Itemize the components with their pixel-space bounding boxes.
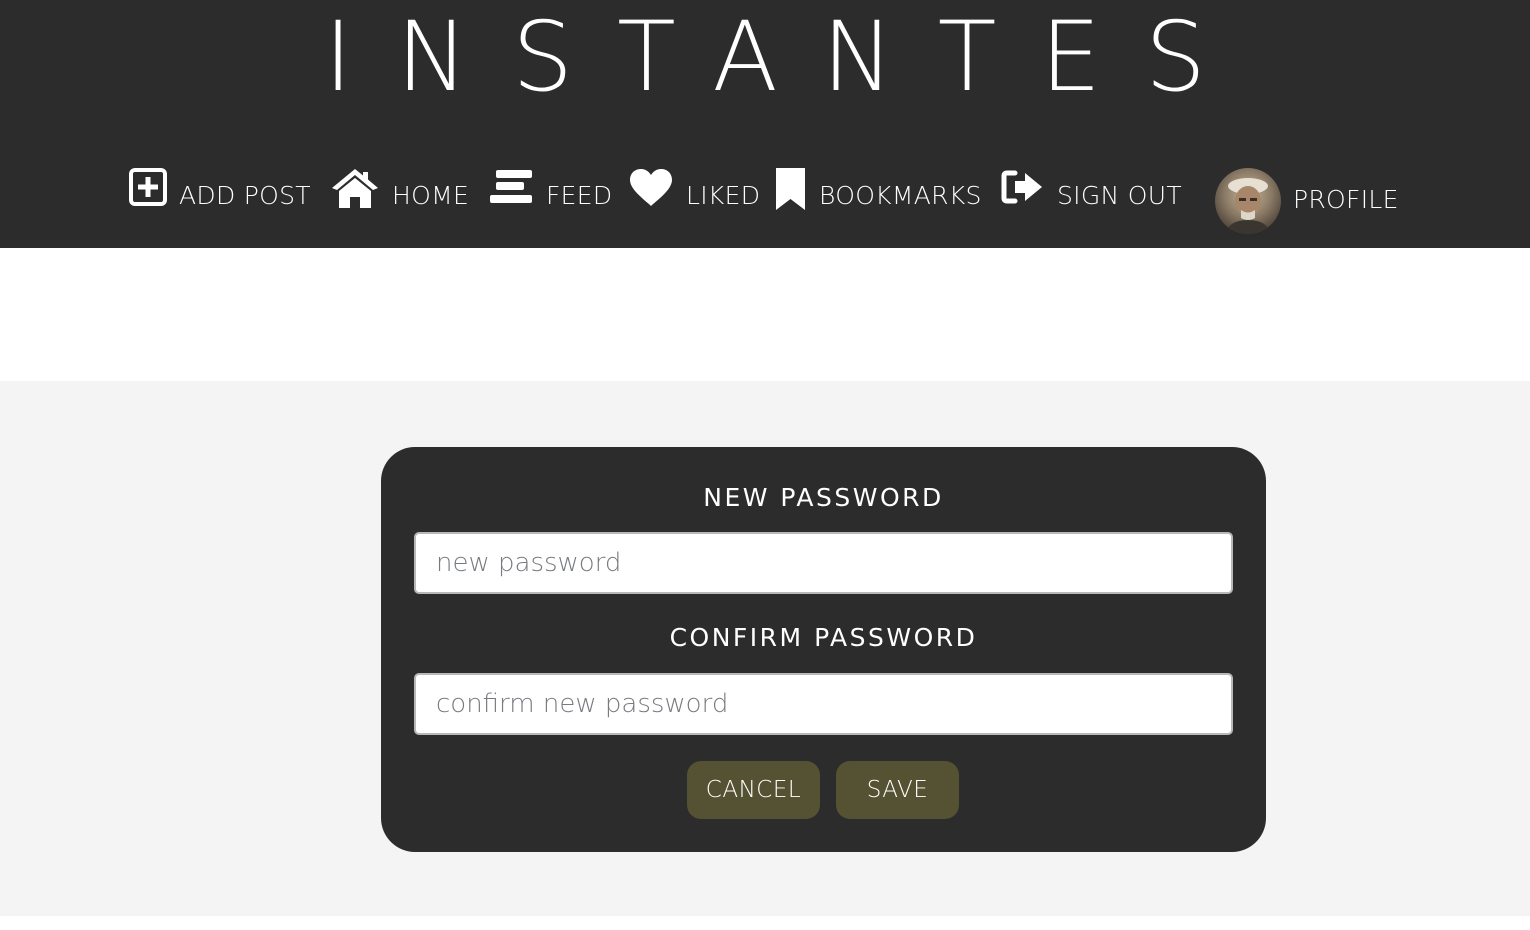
cancel-button[interactable]: CANCEL xyxy=(687,761,820,819)
nav-profile-label: PROFILE xyxy=(1293,184,1399,214)
nav-home[interactable]: HOME xyxy=(330,166,469,214)
nav-profile[interactable]: PROFILE xyxy=(1293,170,1399,218)
confirm-password-input[interactable] xyxy=(414,673,1233,735)
nav-home-label: HOME xyxy=(392,180,470,210)
top-header: INSTANTES ADD POST HOME FEED LIKED BOOKM… xyxy=(0,0,1530,248)
footer-strip xyxy=(0,916,1530,930)
save-button[interactable]: SAVE xyxy=(836,761,959,819)
bookmark-icon xyxy=(774,166,807,214)
nav-add-post[interactable]: ADD POST xyxy=(129,166,311,214)
sign-out-icon xyxy=(1001,166,1045,214)
nav-add-post-label: ADD POST xyxy=(179,180,311,210)
heart-icon xyxy=(628,166,674,214)
nav-sign-out-label: SIGN OUT xyxy=(1057,180,1182,210)
nav-bookmarks[interactable]: BOOKMARKS xyxy=(774,166,982,214)
plus-square-icon xyxy=(129,166,167,214)
new-password-label: NEW PASSWORD xyxy=(703,483,944,512)
home-icon xyxy=(330,166,380,214)
nav-feed-label: FEED xyxy=(546,180,613,210)
nav-liked-label: LIKED xyxy=(686,180,761,210)
nav-liked[interactable]: LIKED xyxy=(628,166,760,214)
nav-sign-out[interactable]: SIGN OUT xyxy=(1001,166,1182,214)
header-spacer xyxy=(0,248,1530,381)
avatar[interactable] xyxy=(1215,168,1281,234)
nav-bookmarks-label: BOOKMARKS xyxy=(819,180,982,210)
feed-icon xyxy=(490,166,534,214)
app-logo-title[interactable]: INSTANTES xyxy=(0,2,1530,112)
nav-feed[interactable]: FEED xyxy=(490,166,612,214)
new-password-input[interactable] xyxy=(414,532,1233,594)
change-password-card: NEW PASSWORD CONFIRM PASSWORD CANCEL SAV… xyxy=(381,447,1266,852)
confirm-password-label: CONFIRM PASSWORD xyxy=(669,623,978,652)
